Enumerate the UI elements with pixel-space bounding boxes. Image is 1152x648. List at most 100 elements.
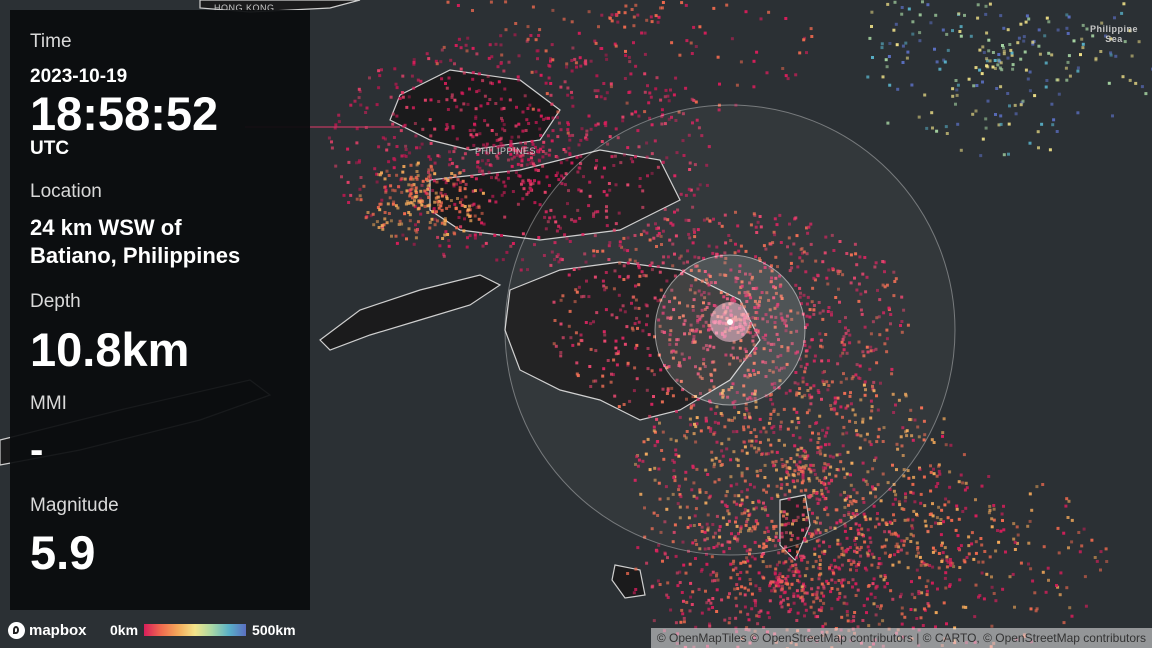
earthquake-dot xyxy=(929,489,933,493)
earthquake-dot xyxy=(1030,508,1034,512)
earthquake-dot xyxy=(537,181,541,185)
earthquake-dot xyxy=(563,80,567,84)
earthquake-dot xyxy=(851,585,854,589)
earthquake-dot xyxy=(985,31,989,35)
earthquake-dot xyxy=(941,431,945,435)
earthquake-dot xyxy=(805,51,808,55)
earthquake-dot xyxy=(1065,497,1069,501)
map-attribution[interactable]: © OpenMapTiles © OpenStreetMap contribut… xyxy=(650,628,1152,648)
earthquake-dot xyxy=(836,538,840,542)
earthquake-dot xyxy=(967,552,971,556)
earthquake-dot xyxy=(632,41,635,45)
earthquake-dot xyxy=(925,589,929,593)
earthquake-dot xyxy=(870,563,874,567)
earthquake-dot xyxy=(451,126,455,130)
earthquake-dot xyxy=(1028,89,1032,93)
earthquake-dot xyxy=(746,559,750,563)
earthquake-dot xyxy=(881,619,885,623)
earthquake-dot xyxy=(473,236,477,240)
mapbox-logo[interactable]: mapbox xyxy=(8,620,87,640)
earthquake-dot xyxy=(1021,99,1025,103)
earthquake-dot xyxy=(798,574,802,578)
earthquake-dot xyxy=(906,518,910,522)
earthquake-dot xyxy=(531,182,535,186)
earthquake-dot xyxy=(904,492,907,496)
earthquake-dot xyxy=(969,34,973,38)
earthquake-dot xyxy=(772,586,776,590)
earthquake-dot xyxy=(1047,578,1050,582)
earthquake-dot xyxy=(900,12,904,16)
earthquake-dot xyxy=(571,133,575,137)
earthquake-dot xyxy=(658,583,662,586)
magnitude-label: Magnitude xyxy=(30,495,119,516)
earthquake-dot xyxy=(937,552,941,555)
earthquake-dot xyxy=(931,550,935,554)
earthquake-dot xyxy=(454,207,458,211)
earthquake-dot xyxy=(707,607,711,611)
earthquake-dot xyxy=(571,46,575,50)
earthquake-dot xyxy=(1043,34,1047,38)
earthquake-dot xyxy=(608,135,612,139)
earthquake-dot xyxy=(883,544,887,548)
earthquake-dot xyxy=(905,56,909,60)
earthquake-dot xyxy=(357,87,361,91)
earthquake-dot xyxy=(649,95,653,99)
earthquake-dot xyxy=(355,161,358,165)
earthquake-dot xyxy=(860,527,864,531)
earthquake-dot xyxy=(876,566,880,569)
earthquake-dot xyxy=(786,603,790,607)
earthquake-dot xyxy=(439,204,443,208)
earthquake-dot xyxy=(1006,56,1010,60)
earthquake-dot xyxy=(922,475,926,479)
earthquake-dot xyxy=(830,587,834,590)
earthquake-dot xyxy=(650,20,654,24)
earthquake-dot xyxy=(655,76,659,80)
earthquake-dot xyxy=(579,138,583,142)
earthquake-dot xyxy=(393,158,397,162)
earthquake-dot xyxy=(327,136,331,140)
earthquake-dot xyxy=(779,595,783,599)
earthquake-dot xyxy=(1008,43,1012,46)
earthquake-dot xyxy=(511,242,515,245)
earthquake-dot xyxy=(1026,524,1030,528)
earthquake-dot xyxy=(880,545,884,549)
earthquake-dot xyxy=(494,42,498,46)
earthquake-dot xyxy=(798,51,802,55)
earthquake-dot xyxy=(466,102,470,106)
earthquake-dot xyxy=(682,563,686,567)
earthquake-dot xyxy=(856,528,860,532)
earthquake-dot xyxy=(999,85,1003,89)
earthquake-dot xyxy=(404,202,408,206)
earthquake-dot xyxy=(524,141,527,145)
earthquake-dot xyxy=(459,46,463,50)
earthquake-dot xyxy=(961,510,965,513)
earthquake-dot xyxy=(430,165,433,169)
earthquake-dot xyxy=(938,472,942,476)
earthquake-dot xyxy=(879,499,883,503)
earthquake-dot xyxy=(452,231,456,235)
earthquake-dot xyxy=(745,570,749,574)
earthquake-dot xyxy=(984,117,988,121)
earthquake-dot xyxy=(919,501,923,505)
earthquake-dot xyxy=(970,531,974,535)
earthquake-dot xyxy=(921,0,924,4)
earthquake-dot xyxy=(859,554,863,558)
earthquake-dot xyxy=(461,92,465,96)
earthquake-dot xyxy=(531,5,535,9)
earthquake-dot xyxy=(868,36,872,40)
earthquake-dot xyxy=(963,13,966,17)
earthquake-dot xyxy=(945,622,948,626)
earthquake-dot xyxy=(754,604,757,608)
earthquake-dot xyxy=(408,219,412,223)
earthquake-dot xyxy=(779,588,783,592)
earthquake-dot xyxy=(544,152,548,156)
earthquake-dot xyxy=(956,534,960,538)
earthquake-dot xyxy=(400,222,404,226)
earthquake-dot xyxy=(1093,556,1097,559)
earthquake-dot xyxy=(575,65,578,69)
earthquake-dot xyxy=(459,108,463,112)
earthquake-dot xyxy=(1037,146,1040,150)
earthquake-dot xyxy=(900,612,904,616)
earthquake-dot xyxy=(1031,40,1035,44)
earthquake-dot xyxy=(458,186,462,190)
